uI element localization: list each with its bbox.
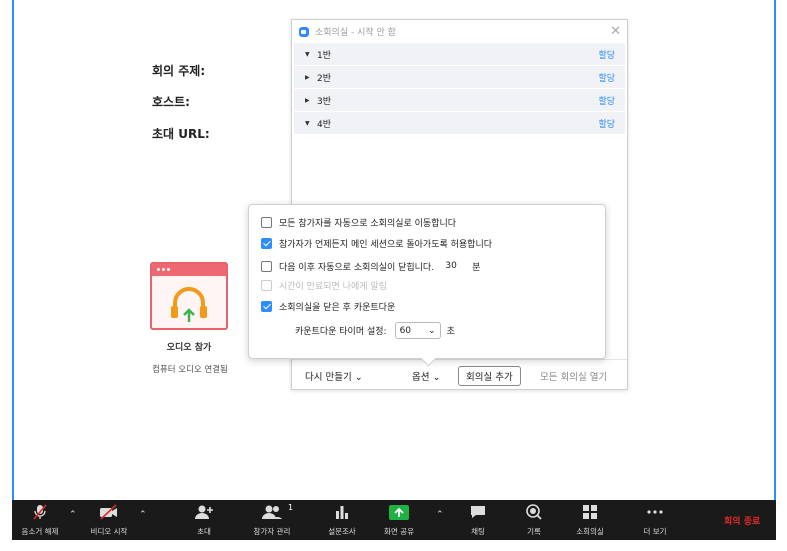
join-audio-title: 오디오 참가 bbox=[166, 343, 212, 353]
record-label: 기록 bbox=[527, 527, 541, 536]
share-options-caret-icon[interactable]: ⌃ bbox=[436, 510, 444, 520]
audio-connected-status: 컴퓨터 오디오 연결됨 bbox=[152, 365, 228, 375]
window-border-right bbox=[774, 0, 776, 500]
countdown-label: 소회의실을 닫은 후 카운트다운 bbox=[279, 303, 396, 313]
auto-move-checkbox[interactable] bbox=[261, 217, 272, 228]
share-screen-icon bbox=[387, 502, 411, 522]
video-options-caret-icon[interactable]: ⌃ bbox=[139, 510, 147, 520]
start-video-label: 비디오 시작 bbox=[90, 527, 128, 536]
mic-muted-icon bbox=[28, 502, 52, 522]
breakout-room-row[interactable]: ▶ 3반 할당 bbox=[294, 89, 625, 111]
allow-return-label: 참가자가 언제든지 메인 세션으로 돌아가도록 허용합니다 bbox=[279, 240, 493, 250]
participants-label: 참가자 관리 bbox=[253, 527, 291, 536]
more-label: 더 보기 bbox=[643, 527, 667, 536]
breakout-rooms-label: 소회의실 bbox=[576, 527, 604, 536]
options-popup: 모든 참가자를 자동으로 소회의실로 이동합니다 참가자가 언제든지 메인 세션… bbox=[248, 204, 606, 359]
notify-end-option: 시간이 만료되면 나에게 알림 bbox=[261, 279, 387, 292]
more-button[interactable]: 더 보기 bbox=[636, 500, 674, 540]
auto-move-option[interactable]: 모든 참가자를 자동으로 소회의실로 이동합니다 bbox=[261, 216, 456, 229]
zoom-app-icon bbox=[299, 26, 309, 37]
breakout-room-row[interactable]: ▼ 4반 할당 bbox=[294, 112, 625, 134]
start-video-button[interactable]: 비디오 시작 bbox=[82, 500, 136, 540]
assign-link[interactable]: 할당 bbox=[598, 94, 615, 107]
video-off-icon bbox=[97, 502, 121, 522]
auto-close-minutes-input[interactable]: 30 bbox=[436, 258, 466, 275]
invite-label: 초대 bbox=[197, 527, 211, 536]
meeting-toolbar: 음소거 해제 ⌃ 비디오 시작 ⌃ 초대 참가자 관리 1 설문조사 화면 공유… bbox=[12, 500, 776, 540]
more-dots-icon bbox=[643, 502, 667, 522]
bar-chart-icon bbox=[330, 502, 354, 522]
chat-icon bbox=[466, 502, 490, 522]
polls-button[interactable]: 설문조사 bbox=[320, 500, 364, 540]
participants-icon bbox=[260, 502, 284, 522]
participant-count-badge: 1 bbox=[288, 503, 294, 512]
room-name: 1반 bbox=[317, 50, 332, 61]
add-user-icon bbox=[192, 502, 216, 522]
close-icon[interactable]: ✕ bbox=[610, 24, 621, 39]
chat-button[interactable]: 채팅 bbox=[460, 500, 496, 540]
notify-end-checkbox bbox=[261, 280, 272, 291]
assign-link[interactable]: 할당 bbox=[598, 48, 615, 61]
countdown-timer-label: 카운트다운 타이머 설정: bbox=[295, 327, 387, 337]
minutes-unit-label: 분 bbox=[472, 263, 481, 273]
auto-close-option[interactable]: 다음 이후 자동으로 소회의실이 닫힙니다. 30 분 bbox=[261, 258, 480, 275]
assign-link[interactable]: 할당 bbox=[598, 117, 615, 130]
breakout-footer: 다시 만들기 ⌄ 옵션 ⌄ 회의실 추가 모든 회의실 열기 bbox=[292, 359, 627, 389]
allow-return-option[interactable]: 참가자가 언제든지 메인 세션으로 돌아가도록 허용합니다 bbox=[261, 237, 492, 250]
room-name: 3반 bbox=[317, 96, 332, 107]
share-screen-label: 화면 공유 bbox=[384, 527, 414, 536]
meeting-topic-label: 회의 주제: bbox=[152, 64, 206, 78]
invite-url-label: 초대 URL: bbox=[152, 127, 210, 141]
breakout-window-titlebar: 소회의실 - 시작 안 함 bbox=[292, 20, 627, 43]
invite-button[interactable]: 초대 bbox=[186, 500, 222, 540]
countdown-timer-row: 카운트다운 타이머 설정: 60 ⌄ 초 bbox=[295, 322, 455, 339]
assign-link[interactable]: 할당 bbox=[598, 71, 615, 84]
open-all-rooms-button[interactable]: 모든 회의실 열기 bbox=[540, 369, 607, 383]
chevron-down-icon: ⌄ bbox=[428, 325, 436, 336]
room-name: 4반 bbox=[317, 119, 332, 130]
options-button[interactable]: 옵션 ⌄ bbox=[412, 369, 440, 383]
breakout-room-row[interactable]: ▶ 2반 할당 bbox=[294, 66, 625, 88]
share-screen-button[interactable]: 화면 공유 bbox=[374, 500, 424, 540]
window-border-left bbox=[12, 0, 14, 500]
countdown-timer-value: 60 bbox=[399, 325, 412, 336]
expand-caret-icon[interactable]: ▶ bbox=[305, 74, 317, 81]
expand-caret-icon[interactable]: ▼ bbox=[305, 120, 317, 127]
breakout-grid-icon bbox=[578, 502, 602, 522]
unmute-button[interactable]: 음소거 해제 bbox=[14, 500, 66, 540]
chat-label: 채팅 bbox=[471, 527, 485, 536]
record-icon bbox=[522, 502, 546, 522]
allow-return-checkbox[interactable] bbox=[261, 238, 272, 249]
expand-caret-icon[interactable]: ▼ bbox=[305, 51, 317, 58]
join-audio-card[interactable] bbox=[150, 262, 228, 330]
expand-caret-icon[interactable]: ▶ bbox=[305, 97, 317, 104]
countdown-option[interactable]: 소회의실을 닫은 후 카운트다운 bbox=[261, 300, 395, 313]
breakout-room-row[interactable]: ▼ 1반 할당 bbox=[294, 43, 625, 65]
card-titlebar bbox=[152, 264, 226, 276]
host-label: 호스트: bbox=[152, 95, 190, 109]
countdown-checkbox[interactable] bbox=[261, 301, 272, 312]
polls-label: 설문조사 bbox=[328, 527, 356, 536]
notify-end-label: 시간이 만료되면 나에게 알림 bbox=[279, 282, 387, 292]
audio-options-caret-icon[interactable]: ⌃ bbox=[69, 510, 77, 520]
unmute-label: 음소거 해제 bbox=[21, 527, 59, 536]
auto-close-label: 다음 이후 자동으로 소회의실이 닫힙니다. bbox=[279, 263, 435, 273]
auto-move-label: 모든 참가자를 자동으로 소회의실로 이동합니다 bbox=[279, 219, 457, 229]
add-room-button[interactable]: 회의실 추가 bbox=[458, 366, 521, 386]
record-button[interactable]: 기록 bbox=[516, 500, 552, 540]
room-name: 2반 bbox=[317, 73, 332, 84]
headphones-upload-icon bbox=[171, 287, 207, 322]
breakout-rooms-button[interactable]: 소회의실 bbox=[568, 500, 612, 540]
end-meeting-button[interactable]: 회의 종료 bbox=[724, 514, 760, 527]
auto-close-checkbox[interactable] bbox=[261, 261, 272, 272]
countdown-timer-select[interactable]: 60 ⌄ bbox=[394, 322, 441, 339]
breakout-window-title: 소회의실 - 시작 안 함 bbox=[315, 28, 396, 38]
seconds-unit-label: 초 bbox=[446, 327, 455, 337]
recreate-button[interactable]: 다시 만들기 ⌄ bbox=[305, 369, 363, 383]
